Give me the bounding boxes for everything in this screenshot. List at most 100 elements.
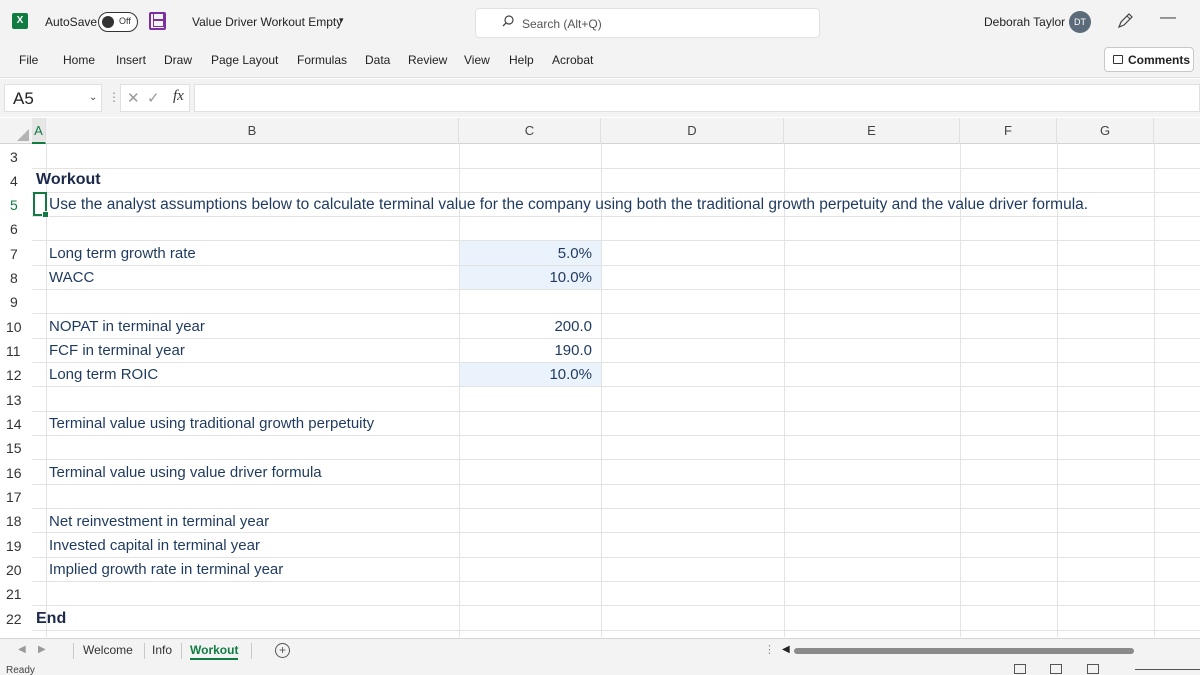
label-tv-value-driver: Terminal value using value driver formul… [49, 464, 322, 481]
excel-logo-icon: X [12, 13, 28, 29]
select-all-corner[interactable] [0, 118, 32, 144]
label-implied-growth: Implied growth rate in terminal year [49, 561, 284, 578]
row-header[interactable]: 14 [0, 416, 32, 432]
add-sheet-button[interactable]: + [275, 643, 290, 658]
avatar[interactable]: DT [1069, 11, 1091, 33]
row-header[interactable]: 21 [0, 586, 32, 602]
tab-divider [73, 643, 74, 659]
autosave-toggle[interactable]: Off [98, 12, 138, 32]
column-header-d[interactable]: D [601, 118, 784, 144]
scroll-left-icon[interactable]: ◀ [18, 644, 26, 655]
value-long-term-growth[interactable]: 5.0% [452, 245, 592, 262]
gridline [32, 459, 1200, 460]
column-header-f[interactable]: F [960, 118, 1057, 144]
row-header[interactable]: 3 [0, 149, 32, 165]
normal-view-icon[interactable] [1014, 664, 1026, 674]
row-header[interactable]: 11 [0, 343, 32, 359]
row-header[interactable]: 12 [0, 367, 32, 383]
minimize-button[interactable]: — [1160, 9, 1176, 27]
name-box[interactable]: A5 ⌄ [4, 84, 102, 112]
row-header[interactable]: 8 [0, 270, 32, 286]
gridline [32, 362, 1200, 363]
value-nopat[interactable]: 200.0 [452, 318, 592, 335]
zoom-slider[interactable] [1135, 669, 1200, 670]
tab-view[interactable]: View [464, 53, 490, 67]
row-header[interactable]: 10 [0, 319, 32, 335]
chevron-down-icon[interactable]: ⌄ [89, 92, 97, 103]
value-wacc[interactable]: 10.0% [452, 269, 592, 286]
tab-help[interactable]: Help [509, 53, 534, 67]
active-cell-selection[interactable] [33, 192, 49, 218]
column-header-g[interactable]: G [1057, 118, 1154, 144]
worksheet-grid[interactable]: A B C D E F G 3 4 5 6 7 8 9 10 11 12 13 … [0, 118, 1200, 638]
user-name[interactable]: Deborah Taylor [984, 15, 1065, 29]
label-roic: Long term ROIC [49, 366, 159, 383]
column-header-a[interactable]: A [32, 118, 46, 144]
tab-data[interactable]: Data [365, 53, 390, 67]
scroll-right-icon[interactable]: ▶ [38, 644, 46, 655]
row-header[interactable]: 15 [0, 440, 32, 456]
column-header-e[interactable]: E [784, 118, 960, 144]
status-bar: Ready [0, 662, 1200, 675]
horizontal-scrollbar[interactable] [794, 648, 1134, 654]
row-header[interactable]: 7 [0, 246, 32, 262]
row-header[interactable]: 22 [0, 611, 32, 627]
search-icon [502, 15, 514, 27]
formula-input[interactable] [194, 84, 1200, 112]
gridline [32, 435, 1200, 436]
page-break-view-icon[interactable] [1087, 664, 1099, 674]
gridline [32, 216, 1200, 217]
ribbon-tabs: File Home Insert Draw Page Layout Formul… [0, 44, 1200, 78]
tab-insert[interactable]: Insert [116, 53, 146, 67]
row-header[interactable]: 5 [0, 197, 32, 213]
gridline [32, 605, 1200, 606]
tab-file[interactable]: File [19, 53, 38, 67]
row-header[interactable]: 17 [0, 489, 32, 505]
sheet-tab-welcome[interactable]: Welcome [83, 643, 133, 657]
sheet-tab-workout[interactable]: Workout [190, 643, 239, 660]
sheet-tab-info[interactable]: Info [152, 643, 172, 657]
row-header[interactable]: 9 [0, 294, 32, 310]
formula-buttons: ✕ ✓ fx [120, 84, 190, 112]
row-header[interactable]: 4 [0, 173, 32, 189]
page-layout-view-icon[interactable] [1050, 664, 1062, 674]
column-header-b[interactable]: B [46, 118, 459, 144]
tab-page-layout[interactable]: Page Layout [211, 53, 278, 67]
tab-review[interactable]: Review [408, 53, 447, 67]
tab-draw[interactable]: Draw [164, 53, 192, 67]
toggle-knob-icon [102, 16, 114, 28]
enter-icon[interactable]: ✓ [147, 89, 160, 107]
title-bar: X AutoSave Off Value Driver Workout Empt… [0, 0, 1200, 44]
splitter-handle-icon[interactable]: ⋮ [764, 643, 775, 656]
pen-icon[interactable] [1115, 11, 1135, 31]
end-label: End [36, 610, 67, 627]
tab-divider [144, 643, 145, 659]
row-header[interactable]: 19 [0, 538, 32, 554]
row-header[interactable]: 16 [0, 465, 32, 481]
tab-acrobat[interactable]: Acrobat [552, 53, 593, 67]
comments-button[interactable]: Comments [1104, 47, 1194, 72]
row-header[interactable]: 20 [0, 562, 32, 578]
sheet-tab-bar: ◀ ▶ Welcome Info Workout + ⋮ ◀ [0, 638, 1200, 662]
row-header[interactable]: 6 [0, 221, 32, 237]
document-title[interactable]: Value Driver Workout Empty [192, 15, 342, 29]
tab-home[interactable]: Home [63, 53, 95, 67]
formula-bar: A5 ⌄ ⋮ ✕ ✓ fx [0, 79, 1200, 117]
row-header[interactable]: 13 [0, 392, 32, 408]
value-fcf[interactable]: 190.0 [452, 342, 592, 359]
tab-formulas[interactable]: Formulas [297, 53, 347, 67]
column-header-c[interactable]: C [459, 118, 601, 144]
tab-divider [251, 643, 252, 659]
search-box[interactable]: Search (Alt+Q) [475, 8, 820, 38]
chevron-down-icon[interactable]: ▾ [339, 15, 344, 26]
row-header[interactable]: 18 [0, 513, 32, 529]
value-roic[interactable]: 10.0% [452, 366, 592, 383]
save-icon[interactable] [149, 12, 166, 30]
instruction-text: Use the analyst assumptions below to cal… [49, 196, 1089, 213]
scroll-left-arrow-icon[interactable]: ◀ [782, 644, 790, 655]
insert-function-button[interactable]: fx [173, 88, 184, 105]
label-tv-growth: Terminal value using traditional growth … [49, 415, 375, 432]
label-wacc: WACC [49, 269, 95, 286]
more-options-icon[interactable]: ⋮ [108, 90, 120, 104]
cancel-icon[interactable]: ✕ [127, 89, 140, 107]
